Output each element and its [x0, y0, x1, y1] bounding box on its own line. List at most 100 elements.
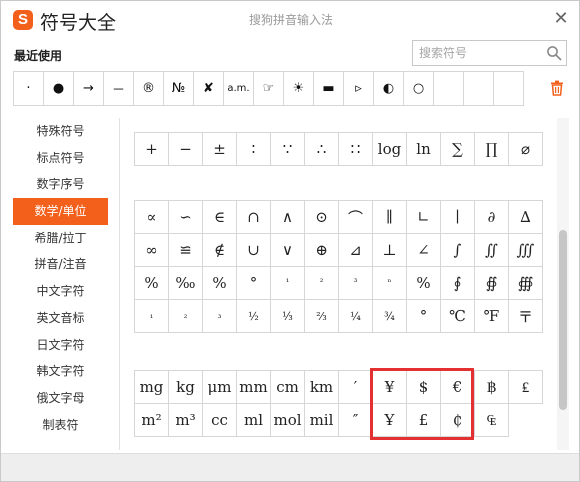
symbol-cell[interactable]: ² — [304, 266, 339, 300]
recent-symbol-cell[interactable]: ▹ — [343, 71, 374, 106]
symbol-cell[interactable]: ∩ — [236, 200, 271, 234]
symbol-cell[interactable]: ³ — [338, 266, 373, 300]
symbol-cell[interactable]: ∽ — [168, 200, 203, 234]
symbol-cell[interactable]: mil — [304, 403, 339, 437]
symbol-cell[interactable]: cc — [202, 403, 237, 437]
symbol-cell[interactable]: ∝ — [134, 200, 169, 234]
symbol-cell[interactable]: ∮ — [440, 266, 475, 300]
recent-symbol-cell[interactable]: → — [73, 71, 104, 106]
symbol-cell[interactable]: ° — [236, 266, 271, 300]
search-input[interactable] — [413, 41, 533, 65]
symbol-cell[interactable]: ⊙ — [304, 200, 339, 234]
symbol-cell[interactable]: ∶ — [236, 132, 271, 166]
symbol-cell[interactable]: mm — [236, 370, 271, 404]
symbol-cell[interactable]: ∯ — [474, 266, 509, 300]
symbol-cell[interactable]: ∑ — [440, 132, 475, 166]
symbol-cell[interactable]: ¾ — [372, 299, 407, 333]
symbol-cell[interactable]: ₤ — [508, 370, 543, 404]
symbol-cell[interactable]: ₂ — [168, 299, 203, 333]
symbol-cell[interactable]: ∏ — [474, 132, 509, 166]
sidebar-item[interactable]: 英文音标 — [13, 305, 108, 332]
symbol-cell[interactable]: ₠ — [474, 403, 509, 437]
symbol-cell[interactable]: ฿ — [474, 370, 509, 404]
symbol-cell[interactable]: ⊿ — [338, 233, 373, 267]
scrollbar[interactable] — [557, 118, 569, 450]
symbol-cell[interactable]: ml — [236, 403, 271, 437]
symbol-cell[interactable]: ≌ — [168, 233, 203, 267]
sidebar-item[interactable]: 特殊符号 — [13, 118, 108, 145]
symbol-cell[interactable]: m² — [134, 403, 169, 437]
symbol-cell[interactable]: ₵ — [440, 403, 475, 437]
symbol-cell[interactable]: μm — [202, 370, 237, 404]
symbol-cell[interactable]: ± — [202, 132, 237, 166]
symbol-cell[interactable]: € — [440, 370, 475, 404]
symbol-cell[interactable]: ⌀ — [508, 132, 543, 166]
search-box[interactable] — [412, 40, 567, 66]
symbol-cell[interactable]: 〒 — [508, 299, 543, 333]
symbol-cell[interactable]: ¹ — [270, 266, 305, 300]
symbol-cell[interactable]: ln — [406, 132, 441, 166]
symbol-cell[interactable]: ∪ — [236, 233, 271, 267]
recent-symbol-cell[interactable]: № — [163, 71, 194, 106]
recent-symbol-cell[interactable]: ◐ — [373, 71, 404, 106]
symbol-cell[interactable]: ∭ — [508, 233, 543, 267]
symbol-cell[interactable]: ⊥ — [372, 233, 407, 267]
symbol-cell[interactable]: km — [304, 370, 339, 404]
symbol-cell[interactable]: ∨ — [270, 233, 305, 267]
sidebar-item[interactable]: 拼音/注音 — [13, 251, 108, 278]
symbol-cell[interactable]: + — [134, 132, 169, 166]
search-icon[interactable] — [546, 45, 562, 61]
symbol-cell[interactable]: ½ — [236, 299, 271, 333]
symbol-cell[interactable]: £ — [406, 403, 441, 437]
symbol-cell[interactable]: % — [134, 266, 169, 300]
symbol-cell[interactable]: ‰ — [168, 266, 203, 300]
symbol-cell[interactable]: ∷ — [338, 132, 373, 166]
symbol-cell[interactable]: ∉ — [202, 233, 237, 267]
symbol-cell[interactable]: log — [372, 132, 407, 166]
symbol-cell[interactable]: ∆ — [508, 200, 543, 234]
symbol-cell[interactable]: ∣ — [440, 200, 475, 234]
recent-symbol-cell[interactable]: ☞ — [253, 71, 284, 106]
symbol-cell[interactable]: ⁿ — [372, 266, 407, 300]
symbol-cell[interactable]: ℃ — [440, 299, 475, 333]
symbol-cell[interactable]: ∵ — [270, 132, 305, 166]
symbol-cell[interactable]: ∴ — [304, 132, 339, 166]
symbol-cell[interactable]: ₁ — [134, 299, 169, 333]
symbol-cell[interactable]: % — [406, 266, 441, 300]
title-bar[interactable]: S 符号大全 搜狗拼音输入法 ✕ — [1, 1, 579, 39]
symbol-cell[interactable]: ∧ — [270, 200, 305, 234]
symbol-cell[interactable]: ∬ — [474, 233, 509, 267]
recent-symbol-cell[interactable]: · — [13, 71, 44, 106]
sidebar-item[interactable]: 数学/单位 — [13, 198, 108, 225]
symbol-cell[interactable]: ∥ — [372, 200, 407, 234]
symbol-cell[interactable]: ″ — [338, 403, 373, 437]
symbol-cell[interactable]: m³ — [168, 403, 203, 437]
symbol-cell[interactable]: ⌒ — [338, 200, 373, 234]
symbol-cell[interactable]: kg — [168, 370, 203, 404]
symbol-cell[interactable]: ′ — [338, 370, 373, 404]
symbol-cell[interactable]: ¥ — [372, 370, 407, 404]
symbol-cell[interactable]: ℉ — [474, 299, 509, 333]
symbol-cell[interactable]: mol — [270, 403, 305, 437]
symbol-cell[interactable]: ∞ — [134, 233, 169, 267]
symbol-cell[interactable]: ₃ — [202, 299, 237, 333]
recent-symbol-cell[interactable]: ▬ — [313, 71, 344, 106]
trash-icon[interactable] — [550, 80, 564, 96]
sidebar-item[interactable]: 韩文字符 — [13, 358, 108, 385]
symbol-cell[interactable]: ⅓ — [270, 299, 305, 333]
symbol-cell[interactable]: ∫ — [440, 233, 475, 267]
symbol-cell[interactable]: ∟ — [406, 200, 441, 234]
symbol-cell[interactable]: Ұ — [372, 403, 407, 437]
symbol-cell[interactable]: ∰ — [508, 266, 543, 300]
recent-symbol-cell[interactable]: ® — [133, 71, 164, 106]
symbol-cell[interactable]: % — [202, 266, 237, 300]
symbol-cell[interactable]: − — [168, 132, 203, 166]
symbol-cell[interactable]: ⅔ — [304, 299, 339, 333]
symbol-cell[interactable]: cm — [270, 370, 305, 404]
scroll-thumb[interactable] — [559, 230, 567, 410]
recent-symbol-cell[interactable]: ☀ — [283, 71, 314, 106]
close-icon[interactable]: ✕ — [549, 7, 573, 31]
recent-symbol-cell[interactable]: － — [103, 71, 134, 106]
symbol-cell[interactable]: ∠ — [406, 233, 441, 267]
symbol-cell[interactable]: ∂ — [474, 200, 509, 234]
